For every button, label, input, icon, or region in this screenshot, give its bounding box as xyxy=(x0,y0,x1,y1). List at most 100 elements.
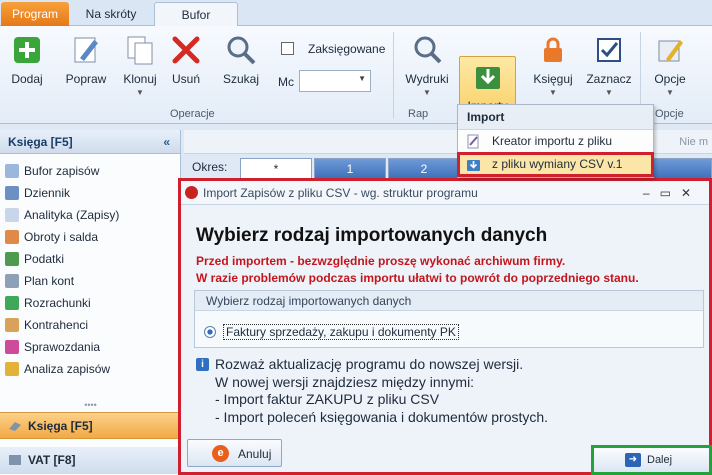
ledger-icon xyxy=(9,422,21,431)
dodaj-label: Dodaj xyxy=(11,72,43,86)
wizard-icon xyxy=(467,134,479,149)
status-text: Nie m xyxy=(679,136,708,148)
sidebar-item-label: Kontrahenci xyxy=(24,318,89,332)
wydruki-button[interactable]: Wydruki ▼ xyxy=(404,32,450,104)
sidebar-item-plan-kont[interactable]: Plan kont xyxy=(0,270,180,292)
sidebar-header: Księga [F5] « xyxy=(0,130,180,154)
info-icon: i xyxy=(196,358,209,371)
sidebar-section-label: Księga [F5] xyxy=(28,419,93,433)
radio-option-faktury[interactable]: Faktury sprzedaży, zakupu i dokumenty PK xyxy=(204,322,459,342)
radio-label: Faktury sprzedaży, zakupu i dokumenty PK xyxy=(223,324,459,340)
usun-label: Usuń xyxy=(171,72,200,86)
chevron-down-icon: ▼ xyxy=(549,88,557,97)
tab-na-skroty[interactable]: Na skróty xyxy=(70,2,152,26)
ksieguj-label: Księguj xyxy=(533,72,573,86)
mc-label: Mc xyxy=(278,75,294,89)
ksieguj-button[interactable]: Księguj ▼ xyxy=(530,32,576,104)
sidebar-item-label: Rozrachunki xyxy=(24,296,91,310)
chevron-down-icon: ▼ xyxy=(358,74,366,83)
dodaj-button[interactable]: Dodaj xyxy=(8,32,46,104)
sidebar-item-sprawozdania[interactable]: Sprawozdania xyxy=(0,336,180,358)
menu-item-kreator-importu[interactable]: Kreator importu z pliku xyxy=(458,130,653,153)
wydruki-label: Wydruki xyxy=(405,72,449,86)
menu-item-csv-v1[interactable]: z pliku wymiany CSV v.1 xyxy=(457,152,654,177)
print-magnifier-icon xyxy=(414,36,442,64)
sidebar-item-label: Dziennik xyxy=(24,186,71,200)
collapse-icon[interactable]: « xyxy=(163,130,170,154)
sidebar-item-label: Plan kont xyxy=(24,274,75,288)
cancel-icon: e xyxy=(212,445,229,462)
zaksiegowane-checkbox[interactable] xyxy=(281,42,294,55)
sidebar-item-label: Analiza zapisów xyxy=(24,362,111,376)
zaznacz-label: Zaznacz xyxy=(586,72,632,86)
chevron-down-icon: ▼ xyxy=(605,88,613,97)
menu-item-label: z pliku wymiany CSV v.1 xyxy=(492,157,623,171)
sidebar-item-bufor-zapisow[interactable]: Bufor zapisów xyxy=(0,160,180,182)
ribbon-separator xyxy=(393,32,394,118)
sidebar-section-ksiega[interactable]: Księga [F5] xyxy=(0,412,181,439)
sidebar-section-vat[interactable]: VAT [F8] xyxy=(0,447,181,474)
sidebar-item-kontrahenci[interactable]: Kontrahenci xyxy=(0,314,180,336)
cancel-button[interactable]: e Anuluj xyxy=(187,439,282,467)
tab-program[interactable]: Program xyxy=(1,2,69,26)
sidebar-item-analityka[interactable]: Analityka (Zapisy) xyxy=(0,204,180,226)
group-label: Wybierz rodzaj importowanych danych xyxy=(195,291,703,311)
tab-bufor[interactable]: Bufor xyxy=(154,2,238,27)
warning-line-2: W razie problemów podczas importu ułatwi… xyxy=(196,271,639,285)
sidebar-item-rozrachunki[interactable]: Rozrachunki xyxy=(0,292,180,314)
reports-icon xyxy=(5,340,19,354)
maximize-icon[interactable]: ▭ xyxy=(660,186,681,200)
okres-tab-1[interactable]: 1 xyxy=(314,158,386,180)
close-icon[interactable]: ✕ xyxy=(681,186,701,200)
group-label-opcje: Opcje xyxy=(655,108,684,120)
sidebar-title: Księga [F5] xyxy=(8,135,73,149)
okres-label: Okres: xyxy=(192,160,228,174)
dialog-title: Import Zapisów z pliku CSV - wg. struktu… xyxy=(203,186,478,200)
group-label-operacje: Operacje xyxy=(170,108,215,120)
mc-select[interactable]: ▼ xyxy=(299,70,371,92)
szukaj-button[interactable]: Szukaj xyxy=(222,32,260,104)
arrow-right-icon: ➜ xyxy=(625,453,641,467)
sidebar-item-analiza-zapisow[interactable]: Analiza zapisów xyxy=(0,358,180,380)
chevron-down-icon: ▼ xyxy=(666,88,674,97)
import-download-icon xyxy=(475,67,500,89)
contacts-icon xyxy=(5,318,19,332)
usun-button[interactable]: Usuń xyxy=(168,32,204,104)
okres-tab-2[interactable]: 2 xyxy=(388,158,460,180)
klonuj-label: Klonuj xyxy=(123,72,157,86)
lock-icon xyxy=(544,37,562,62)
sidebar-section-label: VAT [F8] xyxy=(28,453,76,467)
document-icon xyxy=(5,208,19,222)
vat-icon xyxy=(9,455,21,465)
info-line: - Import poleceń księgowania i dokumentó… xyxy=(215,408,549,425)
window-controls: –▭✕ xyxy=(643,181,701,205)
sidebar-splitter-grip[interactable]: •••• xyxy=(0,401,181,410)
next-label: Dalej xyxy=(647,454,673,466)
minimize-icon[interactable]: – xyxy=(643,186,660,200)
sidebar-item-podatki[interactable]: Podatki xyxy=(0,248,180,270)
opcje-button[interactable]: Opcje ▼ xyxy=(650,32,690,104)
book-icon xyxy=(5,186,19,200)
settlements-icon xyxy=(5,296,19,310)
import-dialog: Import Zapisów z pliku CSV - wg. struktu… xyxy=(178,178,712,475)
app-icon xyxy=(185,186,198,199)
next-button[interactable]: ➜ Dalej xyxy=(591,445,712,475)
popraw-button[interactable]: Popraw xyxy=(63,32,109,104)
okres-tab-all[interactable]: * xyxy=(240,158,312,180)
sidebar-list: Bufor zapisów Dziennik Analityka (Zapisy… xyxy=(0,154,180,380)
sidebar-item-obroty-i-salda[interactable]: Obroty i salda xyxy=(0,226,180,248)
balance-icon xyxy=(5,230,19,244)
checkbox-checked-icon xyxy=(597,38,621,62)
import-download-icon xyxy=(467,160,480,171)
klonuj-button[interactable]: Klonuj ▼ xyxy=(120,32,160,104)
sidebar-item-label: Bufor zapisów xyxy=(24,164,100,178)
opcje-label: Opcje xyxy=(654,72,686,86)
tax-icon xyxy=(5,252,19,266)
sidebar-item-dziennik[interactable]: Dziennik xyxy=(0,182,180,204)
chevron-down-icon: ▼ xyxy=(136,88,144,97)
radio-button[interactable] xyxy=(204,326,216,338)
zaznacz-button[interactable]: Zaznacz ▼ xyxy=(585,32,633,104)
szukaj-label: Szukaj xyxy=(222,72,260,86)
sidebar-item-label: Analityka (Zapisy) xyxy=(24,208,120,222)
group-label-rap: Rap xyxy=(408,108,429,120)
